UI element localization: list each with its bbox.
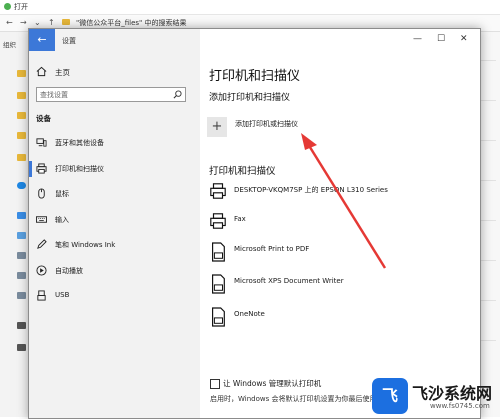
printer-icon [36,163,47,174]
folder-icon[interactable] [17,70,26,77]
printer-icon [210,183,226,199]
sidebar-item-usb[interactable]: USB [29,286,200,306]
add-printers-heading: 添加打印机和扫描仪 [209,93,291,103]
address-path: "微信公众平台_files" 中的搜索结果 [76,19,187,27]
printer-item[interactable]: Fax [209,212,469,238]
folder-icon[interactable] [17,272,26,279]
organize-menu[interactable]: 组织 [3,39,16,49]
watermark-logo: 飞 [372,378,408,414]
mouse-icon [38,188,45,199]
maximize-button[interactable]: ☐ [437,34,445,44]
sidebar-item-typing[interactable]: 输入 [29,210,200,230]
background-window-titlebar: 打开 [0,0,500,15]
usb-icon [37,290,46,301]
explorer-nav-pane: 组织 [0,32,30,417]
drive-icon[interactable] [17,344,26,351]
default-printer-checkbox[interactable] [210,379,220,389]
window-title: 设置 [62,37,76,45]
sidebar-item-label: 蓝牙和其他设备 [55,139,104,147]
up-arrow-icon[interactable]: ↑ [48,18,55,27]
folder-icon[interactable] [17,252,26,259]
sidebar-item-label: USB [55,291,70,299]
back-arrow-icon[interactable]: ← [6,18,13,27]
add-printer-button[interactable]: + [207,117,227,137]
folder-icon[interactable] [17,132,26,139]
search-input[interactable] [40,89,168,100]
home-link[interactable]: 主页 [29,63,200,81]
drive-icon[interactable] [17,322,26,329]
settings-window: ← 设置 主页 设备 蓝牙和其他设备 [28,28,481,419]
app-icon [4,3,11,10]
settings-content: — ☐ ✕ 打印机和扫描仪 添加打印机和扫描仪 + 添加打印机或扫描仪 打印机和… [200,29,480,418]
close-button[interactable]: ✕ [460,34,468,44]
forward-arrow-icon[interactable]: → [20,18,27,27]
pdf-printer-icon [212,242,225,262]
fax-icon [210,213,226,229]
watermark-text: 飞沙系统网 [412,384,493,403]
default-printer-label[interactable]: 让 Windows 管理默认打印机 [223,378,321,389]
xps-printer-icon [212,274,225,294]
minimize-button[interactable]: — [413,34,422,44]
printers-list-heading: 打印机和扫描仪 [209,166,276,177]
chevron-down-icon[interactable]: ⌄ [34,18,41,27]
sidebar-item-bluetooth[interactable]: 蓝牙和其他设备 [29,133,200,153]
onenote-printer-icon [212,307,225,327]
printer-name: OneNote [234,310,265,318]
sidebar-item-label: 输入 [55,216,69,224]
folder-icon [62,19,70,25]
back-button[interactable]: ← [29,29,55,51]
sidebar-item-mouse[interactable]: 鼠标 [29,184,200,204]
search-icon[interactable] [173,90,182,99]
printer-item[interactable]: DESKTOP-VKQM7SP 上的 EPSON L310 Series [209,182,469,208]
bluetooth-devices-icon [36,138,47,147]
settings-search[interactable] [36,87,186,102]
printer-name: DESKTOP-VKQM7SP 上的 EPSON L310 Series [234,186,388,194]
sidebar-item-autoplay[interactable]: 自动播放 [29,261,200,281]
printer-item[interactable]: Microsoft XPS Document Writer [209,274,469,300]
section-heading: 设备 [36,114,51,123]
folder-icon[interactable] [17,232,26,239]
sidebar-item-label: 自动播放 [55,267,83,275]
title-bar: ← 设置 [29,29,200,51]
settings-sidebar: ← 设置 主页 设备 蓝牙和其他设备 [29,29,200,418]
sidebar-item-label: 笔和 Windows Ink [55,241,116,249]
folder-icon[interactable] [17,92,26,99]
home-label: 主页 [55,68,70,77]
background-window-title: 打开 [14,3,28,11]
back-arrow-icon: ← [37,33,47,46]
sidebar-item-pen[interactable]: 笔和 Windows Ink [29,235,200,255]
watermark: 飞 飞沙系统网 www.fs0745.com [372,376,500,417]
folder-icon[interactable] [17,112,26,119]
printer-name: Microsoft Print to PDF [234,245,310,253]
sidebar-item-label: 鼠标 [55,190,69,198]
this-pc-icon[interactable] [17,212,26,219]
keyboard-icon [36,216,47,223]
autoplay-icon [36,265,47,276]
watermark-url: www.fs0745.com [430,402,490,410]
printer-name: Fax [234,215,246,223]
printer-name: Microsoft XPS Document Writer [234,277,344,285]
onedrive-icon[interactable] [17,182,26,189]
pen-icon [37,239,47,249]
printer-item[interactable]: Microsoft Print to PDF [209,242,469,268]
printer-item[interactable]: OneNote [209,307,469,333]
home-icon [36,66,47,77]
sidebar-item-label: 打印机和扫描仪 [55,165,104,173]
folder-icon[interactable] [17,154,26,161]
page-title: 打印机和扫描仪 [209,69,301,84]
sidebar-item-printers[interactable]: 打印机和扫描仪 [29,159,200,179]
folder-icon[interactable] [17,292,26,299]
add-printer-label[interactable]: 添加打印机或扫描仪 [235,119,298,129]
